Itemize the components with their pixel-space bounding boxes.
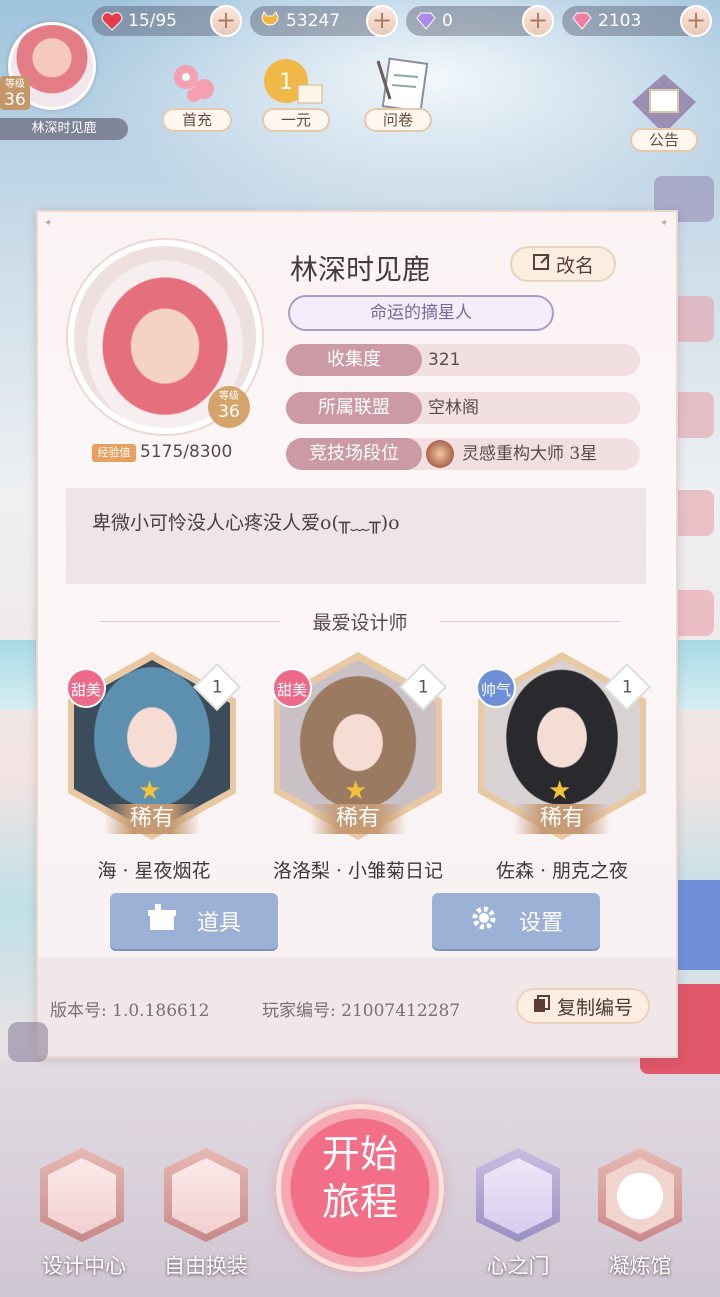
stat-value: 空林阁 — [428, 398, 479, 418]
panel-corner-ornament: ✦ — [660, 218, 669, 229]
exp-badge: 经验值 — [92, 444, 136, 462]
edit-icon — [532, 252, 552, 277]
items-icon — [147, 904, 177, 938]
count-value: 1 — [211, 676, 223, 697]
survey-label[interactable]: 问卷 — [364, 108, 432, 132]
version-text: 版本号: 1.0.186612 — [50, 1001, 210, 1021]
rarity-label: 稀有 — [514, 804, 610, 834]
add-coins-button[interactable]: + — [366, 5, 398, 37]
settings-button[interactable]: 设置 — [432, 893, 600, 949]
stat-label: 所属联盟 — [286, 392, 422, 424]
player-title-badge[interactable]: 命运的摘星人 — [288, 295, 554, 331]
designer-name: 海 · 星夜烟花 — [97, 860, 211, 882]
level-value: 36 — [4, 90, 26, 110]
free-dress-label[interactable]: 自由换装 — [146, 1250, 266, 1280]
designer-card[interactable]: ★ 稀有 甜美 1 — [64, 648, 242, 844]
profile-name: 林深时见鹿 — [290, 253, 431, 286]
settings-label: 设置 — [518, 911, 563, 936]
favorite-designers-title: 最爱设计师 — [312, 612, 408, 634]
stat-label: 竞技场段位 — [286, 438, 422, 470]
cat-coin-icon — [258, 9, 282, 33]
pink-diamond-value: 2103 — [598, 11, 642, 31]
rename-label: 改名 — [555, 254, 594, 277]
stat-row-alliance[interactable]: 所属联盟 空林阁 — [286, 392, 640, 424]
stat-value: 321 — [428, 350, 461, 370]
free-dress-button[interactable] — [158, 1148, 254, 1244]
first-recharge-icon[interactable] — [164, 55, 228, 115]
survey-icon[interactable] — [370, 55, 434, 115]
start-line-2: 旅程 — [321, 1180, 398, 1224]
add-purple-diamonds-button[interactable]: + — [522, 5, 554, 37]
stat-row-arena-rank[interactable]: 竞技场段位 灵感重构大师 3星 — [286, 438, 640, 470]
copy-id-button[interactable]: 复制编号 — [516, 988, 650, 1024]
rarity-label: 稀有 — [310, 804, 406, 834]
refinery-label[interactable]: 凝炼馆 — [580, 1250, 700, 1280]
chat-icon[interactable] — [8, 1022, 48, 1062]
profile-level-label: 等级 — [219, 391, 239, 402]
pink-diamond-icon — [570, 9, 594, 33]
start-line-1: 开始 — [321, 1132, 398, 1176]
items-button[interactable]: 道具 — [110, 893, 278, 949]
designer-name: 佐森 · 朋克之夜 — [495, 860, 629, 882]
first-recharge-label[interactable]: 首充 — [162, 108, 232, 132]
star-icon: ★ — [344, 776, 368, 806]
player-name: 林深时见鹿 — [0, 118, 128, 140]
copy-icon — [533, 994, 551, 1018]
star-icon: ★ — [138, 776, 162, 806]
level-label: 等级 — [5, 79, 25, 90]
start-journey-label[interactable]: 开始 旅程 — [300, 1130, 420, 1226]
profile-level-value: 36 — [218, 402, 240, 422]
designer-card[interactable]: ★ 稀有 帅气 1 — [474, 648, 652, 844]
gear-icon — [469, 903, 499, 939]
copy-id-label: 复制编号 — [556, 996, 633, 1019]
coin-value: 53247 — [286, 11, 341, 31]
svg-text:1: 1 — [279, 70, 293, 95]
rarity-label: 稀有 — [104, 804, 200, 834]
star-icon: ★ — [548, 776, 572, 806]
notice-board-icon[interactable] — [630, 72, 698, 136]
add-pink-diamonds-button[interactable]: + — [680, 5, 712, 37]
heart-gate-button[interactable] — [470, 1148, 566, 1244]
add-stamina-button[interactable]: + — [210, 5, 242, 37]
one-yuan-label[interactable]: 一元 — [262, 108, 330, 132]
items-label: 道具 — [196, 911, 241, 936]
heart-icon — [100, 9, 124, 33]
stamina-value: 15/95 — [128, 11, 177, 31]
designer-name: 洛洛梨 · 小雏菊日记 — [272, 860, 444, 882]
purple-diamond-value: 0 — [442, 11, 453, 31]
stat-value: 灵感重构大师 3星 — [462, 444, 598, 464]
heart-gate-label[interactable]: 心之门 — [458, 1250, 578, 1280]
arena-rank-icon — [426, 440, 454, 468]
count-value: 1 — [621, 676, 633, 697]
profile-level-badge: 等级 36 — [208, 386, 250, 428]
player-level-badge: 等级 36 — [0, 76, 30, 110]
rename-button[interactable]: 改名 — [510, 246, 616, 282]
signature-box[interactable]: 卑微小可怜没人心疼没人爱o(╥﹏╥)o — [66, 488, 646, 584]
exp-value: 5175/8300 — [140, 442, 233, 462]
refinery-button[interactable] — [592, 1148, 688, 1244]
stat-row-collection: 收集度 321 — [286, 344, 640, 376]
one-yuan-icon[interactable]: 1 — [262, 55, 326, 115]
stat-label: 收集度 — [286, 344, 422, 376]
design-center-button[interactable] — [34, 1148, 130, 1244]
style-tag: 帅气 — [476, 668, 516, 708]
count-value: 1 — [417, 676, 429, 697]
style-tag: 甜美 — [272, 668, 312, 708]
player-id-text: 玩家编号: 21007412287 — [262, 1001, 461, 1021]
design-center-label[interactable]: 设计中心 — [24, 1250, 144, 1280]
style-tag: 甜美 — [66, 668, 106, 708]
designer-card[interactable]: ★ 稀有 甜美 1 — [270, 648, 448, 844]
purple-diamond-icon — [414, 9, 438, 33]
notice-label[interactable]: 公告 — [630, 128, 698, 152]
panel-corner-ornament: ✦ — [44, 218, 53, 229]
